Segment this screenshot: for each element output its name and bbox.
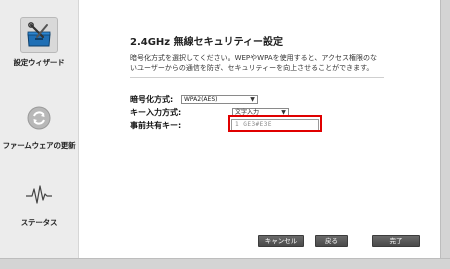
pulse-icon	[20, 177, 58, 213]
sidebar-item-label: ファームウェアの更新	[2, 141, 76, 150]
window-bottom-border	[0, 258, 450, 269]
sidebar: 設定ウィザード ファームウェアの更新 ステータス	[0, 0, 79, 258]
page-title: 2.4GHz 無線セキュリティー設定	[130, 37, 283, 48]
sidebar-item-firmware-update[interactable]: ファームウェアの更新	[0, 100, 78, 151]
encryption-select-value: WPA2(AES)	[184, 96, 218, 103]
sidebar-item-label: 設定ウィザード	[13, 58, 65, 67]
encryption-select[interactable]: WPA2(AES) ▼	[181, 95, 258, 104]
divider	[130, 77, 384, 78]
page-description: 暗号化方式を選択してください。WEPやWPAを使用すると、アクセス権限のないユー…	[130, 54, 377, 72]
preshared-key-label: 事前共有キー:	[130, 121, 182, 130]
finish-button[interactable]: 完了	[372, 235, 420, 247]
back-button[interactable]: 戻る	[315, 235, 348, 247]
toolbox-icon	[20, 17, 58, 53]
sidebar-item-setup-wizard[interactable]: 設定ウィザード	[0, 17, 78, 68]
sidebar-item-label: ステータス	[20, 218, 58, 227]
sidebar-item-status[interactable]: ステータス	[0, 177, 78, 228]
window-right-border	[440, 0, 450, 268]
chevron-down-icon: ▼	[250, 96, 255, 103]
cancel-button[interactable]: キャンセル	[258, 235, 304, 247]
highlight-box	[228, 115, 322, 132]
refresh-icon	[20, 100, 58, 136]
main-content: 2.4GHz 無線セキュリティー設定 暗号化方式を選択してください。WEPやWP…	[78, 0, 440, 258]
encryption-label: 暗号化方式:	[130, 95, 174, 104]
key-input-type-label: キー入力方式:	[130, 108, 182, 117]
